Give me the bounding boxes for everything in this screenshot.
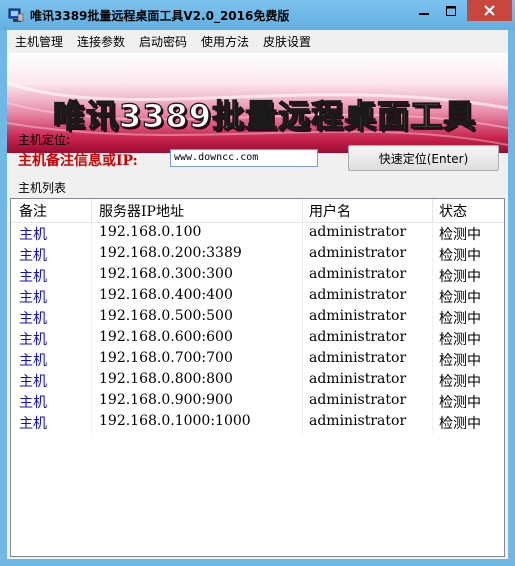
row-note: 主机 — [19, 290, 47, 306]
locate-group-label: 主机定位: — [18, 133, 71, 147]
table-row[interactable]: 主机 192.168.0.600:600 administrator 检测中 — [11, 328, 504, 349]
row-user: administrator — [309, 350, 407, 366]
row-status: 检测中 — [439, 353, 481, 369]
menu-startup-password[interactable]: 启动密码 — [139, 33, 187, 50]
row-user: administrator — [309, 371, 407, 387]
quick-locate-button[interactable]: 快速定位(Enter) — [348, 145, 499, 171]
row-status: 检测中 — [439, 227, 481, 243]
row-status: 检测中 — [439, 290, 481, 306]
minimize-icon — [419, 12, 429, 15]
column-separator[interactable] — [91, 199, 92, 222]
row-ip: 192.168.0.800:800 — [99, 371, 233, 387]
row-ip: 192.168.0.400:400 — [99, 287, 233, 303]
table-row[interactable]: 主机 192.168.0.300:300 administrator 检测中 — [11, 265, 504, 286]
row-status: 检测中 — [439, 416, 481, 432]
row-user: administrator — [309, 392, 407, 408]
row-ip: 192.168.0.500:500 — [99, 308, 233, 324]
row-user: administrator — [309, 245, 407, 261]
locate-field-label: 主机备注信息或IP: — [18, 153, 138, 169]
host-list[interactable]: 备注 服务器IP地址 用户名 状态 主机 192.168.0.100 admin… — [10, 198, 505, 557]
menu-skin-settings[interactable]: 皮肤设置 — [263, 33, 311, 50]
table-row[interactable]: 主机 192.168.0.900:900 administrator 检测中 — [11, 391, 504, 412]
minimize-button[interactable] — [410, 0, 438, 21]
locate-input[interactable]: www.downcc.com — [170, 149, 318, 167]
row-user: administrator — [309, 329, 407, 345]
maximize-icon — [446, 5, 456, 16]
banner: 唯讯3389批量远程桌面工具 — [7, 53, 508, 153]
row-status: 检测中 — [439, 269, 481, 285]
column-header-note[interactable]: 备注 — [19, 201, 47, 221]
row-note: 主机 — [19, 227, 47, 243]
maximize-button[interactable] — [438, 0, 464, 21]
row-note: 主机 — [19, 353, 47, 369]
table-row[interactable]: 主机 192.168.0.100 administrator 检测中 — [11, 223, 504, 244]
column-separator[interactable] — [432, 199, 433, 222]
menu-host-management[interactable]: 主机管理 — [15, 33, 63, 50]
menu-bar: 主机管理 连接参数 启动密码 使用方法 皮肤设置 — [7, 30, 508, 51]
row-user: administrator — [309, 266, 407, 282]
row-user: administrator — [309, 224, 407, 240]
row-ip: 192.168.0.100 — [99, 224, 202, 240]
row-note: 主机 — [19, 248, 47, 264]
host-list-group-label: 主机列表 — [18, 181, 67, 195]
row-status: 检测中 — [439, 311, 481, 327]
row-note: 主机 — [19, 374, 47, 390]
banner-title: 唯讯3389批量远程桌面工具 — [52, 96, 477, 135]
row-ip: 192.168.0.1000:1000 — [99, 413, 251, 429]
table-row[interactable]: 主机 192.168.0.500:500 administrator 检测中 — [11, 307, 504, 328]
menu-connection-params[interactable]: 连接参数 — [77, 33, 125, 50]
title-bar[interactable]: 唯讯3389批量远程桌面工具V2.0_2016免费版 — [0, 0, 515, 30]
row-note: 主机 — [19, 311, 47, 327]
row-user: administrator — [309, 287, 407, 303]
row-user: administrator — [309, 413, 407, 429]
row-note: 主机 — [19, 332, 47, 348]
app-window: 唯讯3389批量远程桌面工具V2.0_2016免费版 主机管理 连接参数 启动密… — [0, 0, 515, 566]
row-ip: 192.168.0.200:3389 — [99, 245, 242, 261]
row-note: 主机 — [19, 395, 47, 411]
row-note: 主机 — [19, 269, 47, 285]
close-icon — [484, 5, 495, 16]
host-list-header: 备注 服务器IP地址 用户名 状态 — [11, 199, 504, 223]
column-separator[interactable] — [302, 199, 303, 222]
row-status: 检测中 — [439, 395, 481, 411]
client-area: 主机管理 连接参数 启动密码 使用方法 皮肤设置 唯讯3389批量远程桌面工具 … — [7, 30, 508, 559]
app-icon — [8, 8, 24, 22]
table-row[interactable]: 主机 192.168.0.200:3389 administrator 检测中 — [11, 244, 504, 265]
close-button[interactable] — [467, 0, 512, 21]
row-status: 检测中 — [439, 374, 481, 390]
table-row[interactable]: 主机 192.168.0.1000:1000 administrator 检测中 — [11, 412, 504, 433]
row-ip: 192.168.0.900:900 — [99, 392, 233, 408]
row-status: 检测中 — [439, 332, 481, 348]
column-header-status[interactable]: 状态 — [439, 201, 467, 221]
window-title: 唯讯3389批量远程桌面工具V2.0_2016免费版 — [30, 9, 290, 23]
column-header-ip[interactable]: 服务器IP地址 — [99, 201, 184, 221]
row-status: 检测中 — [439, 248, 481, 264]
row-ip: 192.168.0.300:300 — [99, 266, 233, 282]
row-ip: 192.168.0.700:700 — [99, 350, 233, 366]
table-row[interactable]: 主机 192.168.0.400:400 administrator 检测中 — [11, 286, 504, 307]
row-ip: 192.168.0.600:600 — [99, 329, 233, 345]
table-row[interactable]: 主机 192.168.0.800:800 administrator 检测中 — [11, 370, 504, 391]
row-user: administrator — [309, 308, 407, 324]
table-row[interactable]: 主机 192.168.0.700:700 administrator 检测中 — [11, 349, 504, 370]
column-header-user[interactable]: 用户名 — [309, 201, 351, 221]
row-note: 主机 — [19, 416, 47, 432]
menu-usage[interactable]: 使用方法 — [201, 33, 249, 50]
